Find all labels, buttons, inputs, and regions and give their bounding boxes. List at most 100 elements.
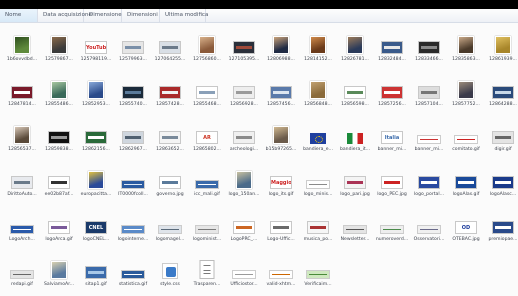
file-item[interactable]: governo.jpg [150,161,190,201]
file-item[interactable]: Italia banner_mi... [372,116,412,156]
file-item[interactable]: 12756860... [187,26,227,66]
column-header-nome[interactable]: Nome [0,9,38,22]
file-item[interactable]: 12579867... [39,26,79,66]
banner-thumbnail [344,176,366,189]
column-header-data[interactable]: Data acquisizione [38,9,92,22]
file-item[interactable]: DirittoAuto... [2,161,42,201]
file-item[interactable]: 12861939... [483,26,518,66]
file-item[interactable]: premiopae... [483,206,518,246]
file-item[interactable]: b15b97265... [261,116,301,156]
column-header-mod[interactable]: Ultima modifica [160,9,208,22]
file-item[interactable]: AR 12865802... [187,116,227,156]
file-item[interactable]: logoAlasc... [483,161,518,201]
file-item[interactable]: statistica.gif [113,251,153,291]
file-item[interactable]: 127105395... [224,26,264,66]
file-item[interactable]: logoArca.gif [39,206,79,246]
column-header-dim[interactable]: Dimensione [84,9,122,22]
file-item[interactable]: 12826781... [335,26,375,66]
file-item[interactable]: banner_mi... [409,116,449,156]
file-item[interactable]: SalviamoAr... [39,251,79,291]
file-item[interactable]: 12862156... [76,116,116,156]
file-item[interactable]: 12863652... [150,116,190,156]
portrait-photo-thumbnail [458,36,474,54]
file-item[interactable]: Ufficiostor... [224,251,264,291]
file-item[interactable]: logo_150an... [224,161,264,201]
file-item[interactable]: 12857256... [372,71,412,111]
file-item[interactable]: 127064255... [150,26,190,66]
file-item[interactable]: 1b6ovvdbd... [2,26,42,66]
banner-thumbnail [454,135,478,144]
file-item[interactable]: CNEL logoCNEL... [76,206,116,246]
gray-banner-thumbnail [122,131,144,144]
gray-banner-thumbnail [417,225,441,234]
file-item[interactable]: Osservatori... [409,206,449,246]
file-item[interactable]: logo_pari.jpg [335,161,375,201]
file-item[interactable]: icc_mali.gif [187,161,227,201]
file-item[interactable]: 12862967... [113,116,153,156]
file-item[interactable]: 12856537... [2,116,42,156]
file-item[interactable]: LogoArch... [2,206,42,246]
file-item[interactable]: bandiera_it... [335,116,375,156]
gray-banner-thumbnail [418,86,440,99]
file-item[interactable]: OD OTEBAC.jpg [446,206,486,246]
file-name-label: sitap1.gif [85,282,107,287]
file-item[interactable]: archeologi... [224,116,264,156]
file-item[interactable]: comitato.gif [446,116,486,156]
file-item[interactable]: logo_PEC.jpg [372,161,412,201]
file-item[interactable]: Maggio logo_its.gif [261,161,301,201]
file-item[interactable]: 12857752... [446,71,486,111]
file-item[interactable]: 12814152... [298,26,338,66]
file-item[interactable]: 12857428... [150,71,190,111]
file-name-label: LogoArch... [9,237,35,242]
file-item[interactable]: 12855486... [39,71,79,111]
file-item[interactable]: 12835863... [446,26,486,66]
file-item[interactable]: 12856598... [335,71,375,111]
file-item[interactable]: YouTube 125798119... [76,26,116,66]
file-item[interactable]: 12847814... [2,71,42,111]
file-item[interactable]: IT0000fcoll... [113,161,153,201]
file-item[interactable]: 12832484... [372,26,412,66]
blue-banner-thumbnail [121,180,145,189]
file-name-label: Trasparen... [193,282,221,287]
file-item[interactable]: 12857456... [261,71,301,111]
file-item[interactable]: logomagel... [150,206,190,246]
file-item[interactable]: europacitta... [76,161,116,201]
file-item[interactable]: digir.gif [483,116,518,156]
file-item[interactable]: 12859838... [39,116,79,156]
file-item[interactable]: Trasparen... [187,251,227,291]
file-item[interactable]: 12856928... [224,71,264,111]
file-item[interactable]: logominist... [187,206,227,246]
file-item[interactable]: 12806988... [261,26,301,66]
file-item[interactable]: 12857104... [409,71,449,111]
file-item[interactable]: sitap1.gif [76,251,116,291]
file-item[interactable]: 12855468... [187,71,227,111]
file-item[interactable]: 12864288... [483,71,518,111]
file-item[interactable]: logo_minis... [298,161,338,201]
column-header-dims[interactable]: Dimensioni [122,9,160,22]
file-item[interactable]: logointerne... [113,206,153,246]
file-item[interactable]: bandiera_e... [298,116,338,156]
file-item[interactable]: Newsletter... [335,206,375,246]
file-item[interactable]: style.css [150,251,190,291]
file-name-label: 12579963... [119,57,147,62]
file-item[interactable]: 12852953... [76,71,116,111]
file-name-label: 12855740... [119,102,147,107]
file-item[interactable]: 12855740... [113,71,153,111]
file-item[interactable]: 12833466... [409,26,449,66]
file-item[interactable]: numeroverd... [372,206,412,246]
file-item[interactable]: redapi.gif [2,251,42,291]
file-item[interactable]: logoAlas.gif [446,161,486,201]
file-item[interactable]: 12579963... [113,26,153,66]
file-item[interactable]: 12856848... [298,71,338,111]
blue-banner-thumbnail [381,41,403,54]
file-item[interactable]: ee02b87af... [39,161,79,201]
file-item[interactable]: valid-xhtm... [261,251,301,291]
file-name-label: banner_mi... [414,147,444,152]
brown-photo-thumbnail [310,36,326,54]
file-item[interactable]: Logo-Uffic... [261,206,301,246]
file-item[interactable]: Verificaim... [298,251,338,291]
file-item[interactable]: LogoPRC_... [224,206,264,246]
file-item[interactable]: logo_portal... [409,161,449,201]
file-name-label: premiopae... [488,237,518,242]
file-item[interactable]: musica_po... [298,206,338,246]
